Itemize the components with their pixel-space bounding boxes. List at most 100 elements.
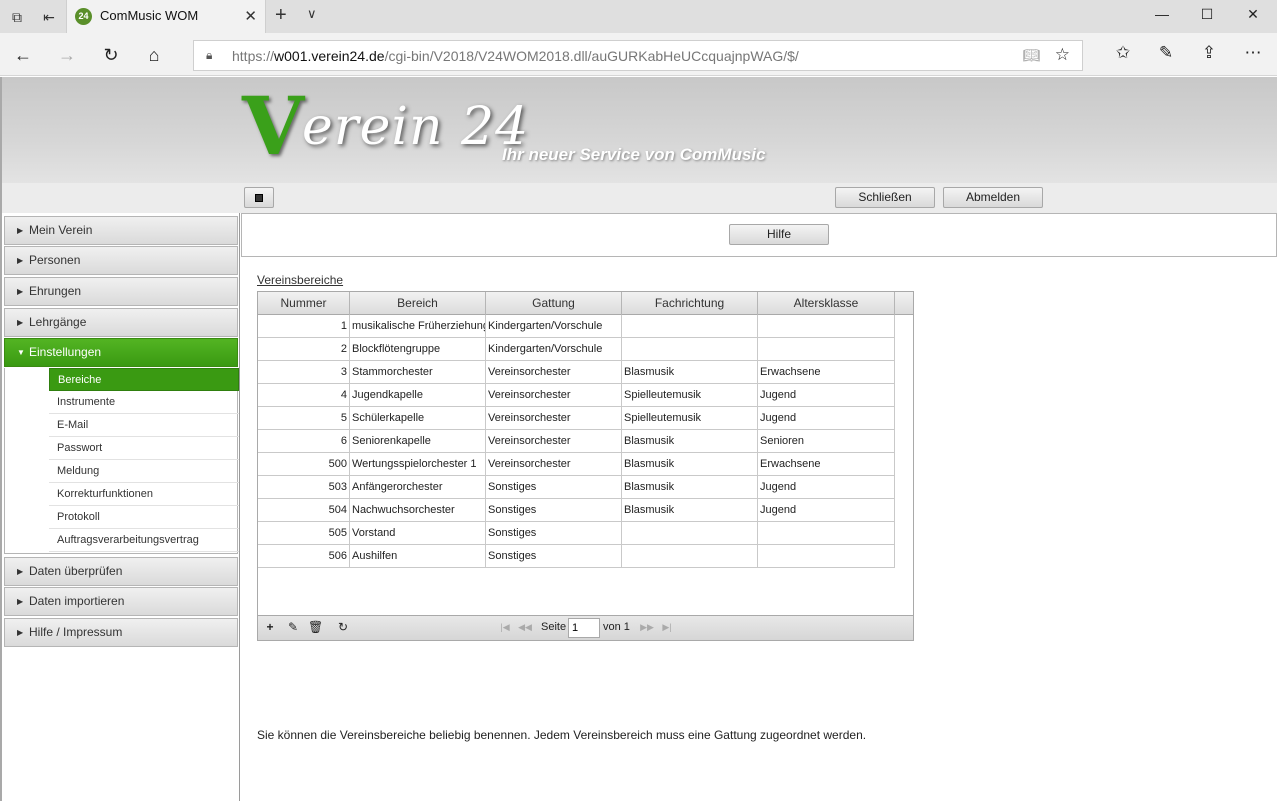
grid-header: Nummer Bereich Gattung Fachrichtung Alte… [258, 292, 913, 315]
refresh-icon[interactable]: ↻ [99, 43, 123, 67]
logout-button[interactable]: Abmelden [943, 187, 1043, 208]
table-row[interactable]: 1 musikalische Früherziehung Kindergarten/… [258, 315, 895, 338]
column-header-gattung[interactable]: Gattung [486, 292, 622, 315]
subitem-bereiche[interactable]: Bereiche [49, 368, 239, 391]
sidebar-item-daten-ueberpruefen[interactable]: ▶ Daten überprüfen [4, 557, 238, 586]
sidebar-item-label: Einstellungen [29, 345, 102, 359]
help-bar: Hilfe [241, 213, 1277, 257]
sidebar-item-mein-verein[interactable]: ▶ Mein Verein [4, 216, 238, 245]
caret-right-icon: ▶ [17, 567, 24, 576]
close-window-icon[interactable]: ✕ [1243, 6, 1263, 23]
lock-icon: 🔒︎ [206, 48, 213, 62]
refresh-icon[interactable]: ↻ [336, 620, 350, 634]
add-icon[interactable]: + [263, 620, 277, 634]
slogan: Ihr neuer Service von ComMusic [502, 145, 766, 164]
tab-actions-icon[interactable]: ⧉ [8, 8, 26, 26]
cell-fachrichtung: Blasmusik [622, 430, 758, 453]
cell-bereich: Anfängerorchester [350, 476, 486, 499]
subitem-passwort[interactable]: Passwort [49, 437, 239, 460]
cell-fachrichtung: Spielleutemusik [622, 384, 758, 407]
cell-gattung: Vereinsorchester [486, 407, 622, 430]
new-tab-icon[interactable]: + [275, 4, 287, 27]
caret-down-icon: ▼ [17, 348, 25, 357]
back-icon[interactable]: ← [11, 43, 35, 67]
column-header-nummer[interactable]: Nummer [258, 292, 350, 315]
share-icon[interactable]: ⇪ [1197, 43, 1221, 63]
table-row[interactable]: 3 Stammorchester Vereinsorchester Blasmusik… [258, 361, 895, 384]
chevron-down-icon[interactable]: ∨ [307, 6, 317, 22]
help-button[interactable]: Hilfe [729, 224, 829, 245]
column-header-fachrichtung[interactable]: Fachrichtung [622, 292, 758, 315]
cell-bereich: Aushilfen [350, 545, 486, 568]
grid-footer: + ✎ 🗑︎ ↻ |◀ ◀◀ Seite von 1 ▶▶ ▶| [258, 615, 913, 640]
page-label: Seite [541, 621, 567, 633]
cell-fachrichtung [622, 315, 758, 338]
table-row[interactable]: 2 Blockflötengruppe Kindergarten/Vorschule [258, 338, 895, 361]
table-row[interactable]: 4 Jugendkapelle Vereinsorchester Spielleute… [258, 384, 895, 407]
cell-nummer: 3 [258, 361, 350, 384]
sidebar-item-ehrungen[interactable]: ▶ Ehrungen [4, 277, 238, 306]
cell-altersklasse [758, 338, 895, 361]
cell-nummer: 504 [258, 499, 350, 522]
browser-tab[interactable]: 24 ComMusic WOM ✕ [66, 0, 266, 33]
last-page-icon[interactable]: ▶| [660, 622, 674, 633]
subitem-protokoll[interactable]: Protokoll [49, 506, 239, 529]
close-tab-icon[interactable]: ✕ [244, 7, 257, 25]
delete-icon[interactable]: 🗑︎ [308, 620, 323, 634]
url-field[interactable]: 🔒︎ https://w001.verein24.de/cgi-bin/V201… [193, 40, 1083, 71]
reading-view-icon[interactable]: 📖︎ [1022, 47, 1040, 64]
close-button[interactable]: Schließen [835, 187, 935, 208]
column-header-bereich[interactable]: Bereich [350, 292, 486, 315]
sidebar-item-personen[interactable]: ▶ Personen [4, 246, 238, 275]
cell-gattung: Vereinsorchester [486, 361, 622, 384]
subitem-instrumente[interactable]: Instrumente [49, 391, 239, 414]
app: V erein 24 Ihr neuer Service von ComMusi… [0, 77, 1277, 801]
prev-page-icon[interactable]: ◀◀ [518, 622, 532, 633]
cell-gattung: Sonstiges [486, 476, 622, 499]
sidebar-item-label: Lehrgänge [29, 315, 87, 329]
subitem-auftragsverarbeitungsvertrag[interactable]: Auftragsverarbeitungsvertrag [49, 529, 239, 552]
table-row[interactable]: 500 Wertungsspielorchester 1 Vereinsorches… [258, 453, 895, 476]
subitem-email[interactable]: E-Mail [49, 414, 239, 437]
more-icon[interactable]: ⋯ [1241, 43, 1265, 63]
minimize-icon[interactable]: — [1152, 6, 1172, 22]
menu-toggle-button[interactable] [244, 187, 274, 208]
edit-icon[interactable]: ✎ [286, 620, 300, 634]
cell-fachrichtung: Blasmusik [622, 476, 758, 499]
table-row[interactable]: 503 Anfängerorchester Sonstiges Blasmusik Ju… [258, 476, 895, 499]
table-row[interactable]: 5 Schülerkapelle Vereinsorchester Spielleut… [258, 407, 895, 430]
section-title[interactable]: Vereinsbereiche [257, 273, 343, 287]
cell-altersklasse: Erwachsene [758, 453, 895, 476]
browser-addressbar: ← → ↻ ⌂ 🔒︎ https://w001.verein24.de/cgi-… [0, 33, 1277, 76]
table-row[interactable]: 505 Vorstand Sonstiges [258, 522, 895, 545]
maximize-icon[interactable]: ☐ [1197, 6, 1217, 23]
favorite-star-icon[interactable]: ☆ [1055, 45, 1070, 65]
pen-icon[interactable]: ✎ [1154, 43, 1178, 63]
cell-altersklasse: Jugend [758, 384, 895, 407]
cell-altersklasse [758, 522, 895, 545]
page-input[interactable] [568, 618, 600, 638]
subitem-meldung[interactable]: Meldung [49, 460, 239, 483]
table-row[interactable]: 504 Nachwuchsorchester Sonstiges Blasmusik J… [258, 499, 895, 522]
logo-v: V [242, 79, 305, 173]
cell-altersklasse: Senioren [758, 430, 895, 453]
forward-icon[interactable]: → [55, 43, 79, 67]
sidebar-item-hilfe-impressum[interactable]: ▶ Hilfe / Impressum [4, 618, 238, 647]
cell-gattung: Vereinsorchester [486, 384, 622, 407]
cell-bereich: Wertungsspielorchester 1 [350, 453, 486, 476]
first-page-icon[interactable]: |◀ [498, 622, 512, 633]
sidebar-item-lehrgaenge[interactable]: ▶ Lehrgänge [4, 308, 238, 337]
sidebar-item-einstellungen[interactable]: ▼ Einstellungen [4, 338, 238, 367]
cell-fachrichtung: Spielleutemusik [622, 407, 758, 430]
subitem-korrekturfunktionen[interactable]: Korrekturfunktionen [49, 483, 239, 506]
table-row[interactable]: 506 Aushilfen Sonstiges [258, 545, 895, 568]
sidebar-item-daten-importieren[interactable]: ▶ Daten importieren [4, 587, 238, 616]
home-icon[interactable]: ⌂ [142, 43, 166, 67]
table-row[interactable]: 6 Seniorenkapelle Vereinsorchester Blasmusi… [258, 430, 895, 453]
areas-grid: Nummer Bereich Gattung Fachrichtung Alte… [257, 291, 914, 641]
favorites-icon[interactable]: ✩ [1111, 43, 1135, 63]
set-aside-tabs-icon[interactable]: ⇤ [40, 8, 58, 26]
cell-gattung: Kindergarten/Vorschule [486, 338, 622, 361]
next-page-icon[interactable]: ▶▶ [640, 622, 654, 633]
column-header-altersklasse[interactable]: Altersklasse [758, 292, 895, 315]
